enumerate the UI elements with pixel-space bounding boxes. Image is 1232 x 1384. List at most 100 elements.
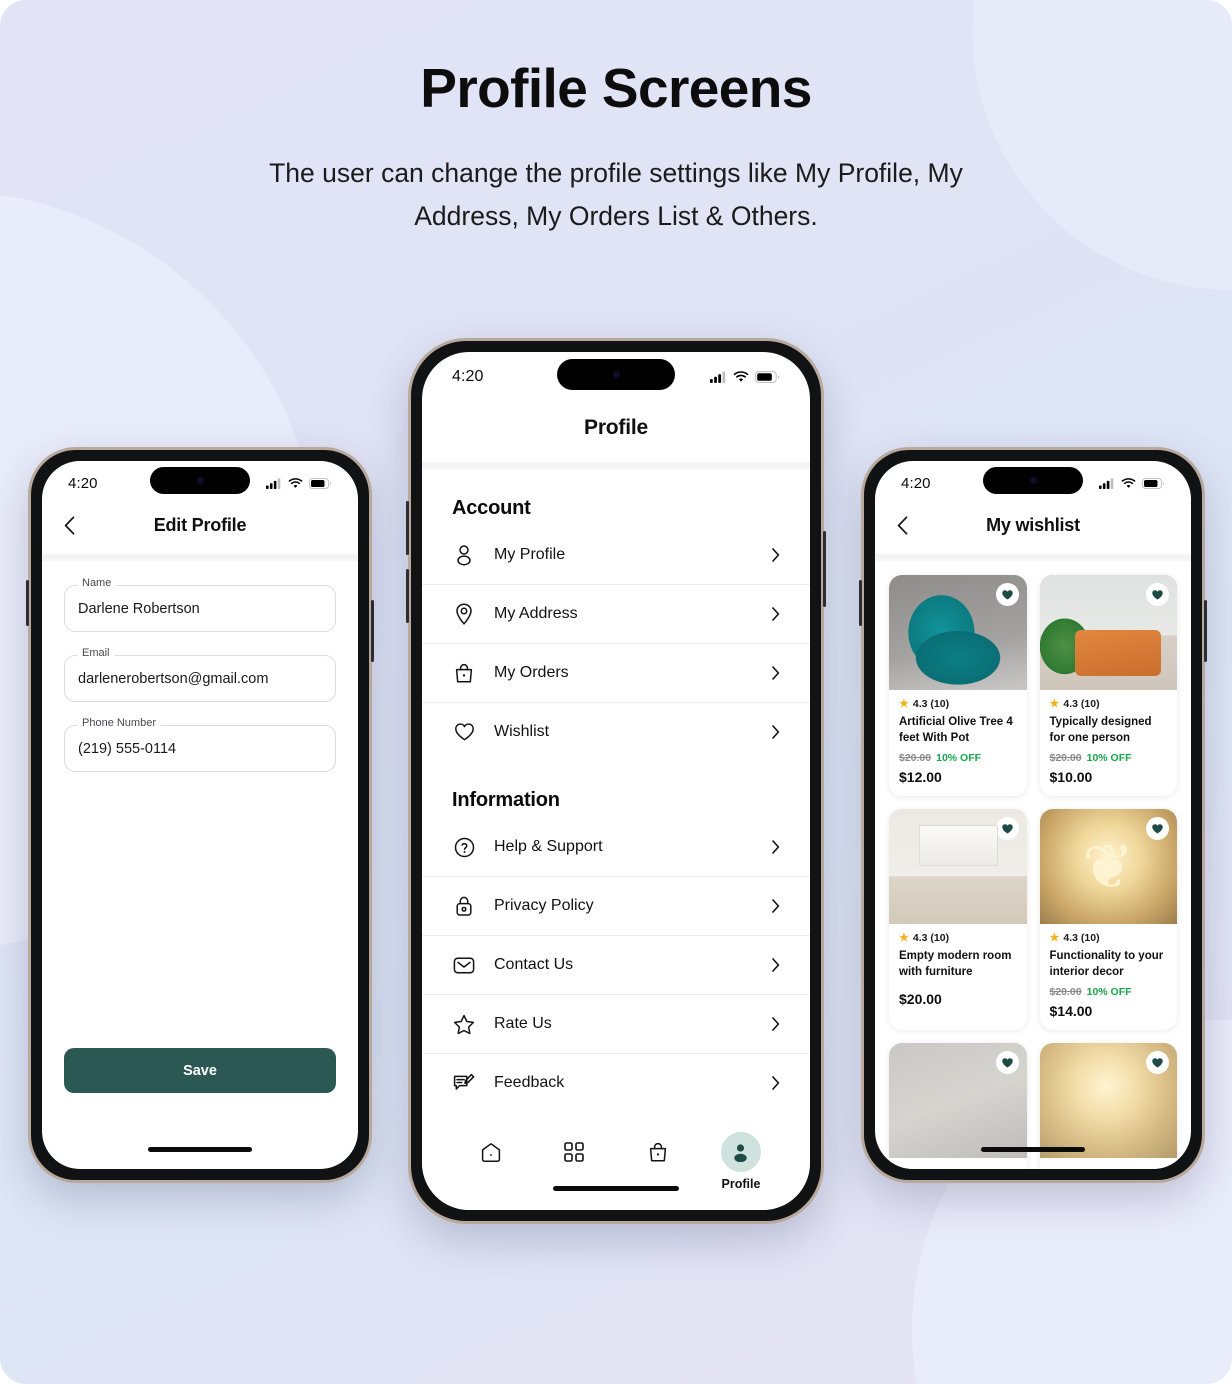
list-item-my-profile[interactable]: My Profile [422,526,810,585]
wishlist-scroll-area[interactable]: ★ 4.3 (10) Artificial Olive Tree 4 feet … [875,561,1191,1169]
email-field-label: Email [77,648,115,659]
edit-profile-form: Name Darlene Robertson Email darlenerobe… [42,561,358,772]
product-card[interactable]: ★ 4.3 (10) Functionality to your interio… [1039,809,1178,1031]
phone-volume-button [859,580,862,626]
favorite-button[interactable] [995,817,1019,841]
status-icons [710,371,780,383]
list-item-wishlist[interactable]: Wishlist [422,703,810,761]
tab-categories[interactable] [537,1132,611,1177]
favorite-button[interactable] [1146,583,1169,606]
email-field[interactable]: Email darlenerobertson@gmail.com [64,648,336,702]
product-price: $12.00 [899,769,942,786]
product-price: $10.00 [1049,769,1093,786]
section-title-information: Information [452,789,560,811]
status-bar: 4:20 [42,461,358,505]
status-time: 4:20 [68,474,98,492]
product-card[interactable]: ★ 4.3 (10) Artificial Olive Tree 4 feet … [889,575,1027,797]
page-heading: My wishlist [986,515,1080,535]
favorite-button[interactable] [995,1051,1019,1075]
wifi-icon [288,477,303,488]
favorite-button[interactable] [1146,1051,1169,1075]
list-item-my-orders[interactable]: My Orders [422,644,810,703]
tab-home[interactable] [454,1132,528,1177]
list-item-my-address[interactable]: My Address [422,585,810,644]
product-discount-row: $20.00 10% OFF [1050,986,1168,998]
back-button[interactable] [897,516,923,535]
chevron-right-icon [768,1076,780,1090]
rating-value: 4.3 (10) [912,932,950,945]
list-item-help-support[interactable]: Help & Support [422,818,810,877]
front-camera-icon [1029,477,1037,484]
list-item-label: Rate Us [494,1015,552,1032]
page-heading: Profile [584,416,648,439]
product-card[interactable]: ★ 4.3 (10) Empty modern room with furnit… [889,809,1027,1031]
status-bar: 4:20 [422,352,810,402]
shopping-bag-icon [638,1132,678,1172]
product-info: ★ 4.3 (10) Typically designed for one pe… [1040,690,1178,796]
dynamic-island [557,359,675,390]
phone-power-button [371,600,374,662]
product-card[interactable]: ★ 4.3 (10) Typically designed for one pe… [1039,575,1178,797]
front-camera-icon [196,477,204,484]
section-title-account: Account [452,497,531,519]
dynamic-island [150,467,250,494]
wifi-icon [1121,477,1136,488]
product-discount-row: $20.00 10% OFF [1050,752,1168,764]
favorite-button[interactable] [995,583,1019,606]
cellular-bars-icon [710,371,726,383]
list-item-contact-us[interactable]: Contact Us [422,936,810,995]
product-info [889,1158,1027,1169]
tab-cart[interactable] [621,1132,695,1177]
product-name: Artificial Olive Tree 4 feet With Pot [899,716,1013,744]
name-field[interactable]: Name Darlene Robertson [64,578,336,632]
phone-volume-down-button [406,569,409,623]
save-button[interactable]: Save [64,1048,336,1093]
product-price: $20.00 [899,991,942,1008]
battery-icon [309,477,332,489]
heart-filled-icon [1001,1057,1013,1068]
grid-category-icon [554,1132,594,1172]
home-icon [471,1132,511,1172]
phone-field[interactable]: Phone Number (219) 555-0114 [64,718,336,772]
list-item-privacy-policy[interactable]: Privacy Policy [422,877,810,936]
back-button[interactable] [64,516,90,535]
page-subtitle: The user can change the profile settings… [269,157,963,231]
tab-profile[interactable]: Profile [704,1132,778,1191]
chevron-right-icon [768,666,780,680]
phone-power-button [1204,600,1207,662]
question-circle-icon [452,835,476,859]
phone-profile: 4:20 Profile Account My Profile My Addre… [406,338,826,1224]
list-item-feedback[interactable]: Feedback [422,1054,810,1112]
product-old-price: $20.00 [1049,752,1082,765]
product-rating: ★ 4.3 (10) [899,932,1017,944]
star-filled-icon: ★ [899,697,909,710]
shopping-bag-icon [452,661,476,685]
list-item-rate-us[interactable]: Rate Us [422,995,810,1054]
user-icon [452,543,476,567]
phone-field-value: (219) 555-0114 [78,740,177,757]
product-name: Functionality to your interior decor [1049,950,1164,978]
favorite-button[interactable] [1146,817,1169,841]
list-item-label: Contact Us [494,956,574,973]
heart-filled-icon [1001,589,1013,600]
wishlist-screen: 4:20 My wishlist ★ 4.3 (10) Artificial O… [875,461,1191,1169]
list-item-label: Help & Support [494,838,603,855]
heart-filled-icon [1001,823,1013,834]
section-divider [42,554,358,561]
name-field-label: Name [77,578,117,589]
dynamic-island [983,467,1083,494]
chevron-left-icon [897,516,908,535]
feedback-edit-icon [452,1071,476,1095]
rating-value: 4.3 (10) [912,698,950,710]
poster-canvas: Profile Screens The user can change the … [0,0,1232,1384]
front-camera-icon [612,371,620,378]
product-info: ★ 4.3 (10) Functionality to your interio… [1040,924,1178,1030]
product-image [1039,1043,1177,1159]
list-item-label: Wishlist [494,723,550,740]
list-item-label: My Profile [494,546,566,563]
list-item-label: My Orders [494,664,569,681]
email-field-value: darlenerobertson@gmail.com [78,670,269,687]
tab-label: Profile [721,1177,761,1191]
phone-power-button [823,531,826,607]
profile-screen: 4:20 Profile Account My Profile My Addre… [422,352,810,1210]
